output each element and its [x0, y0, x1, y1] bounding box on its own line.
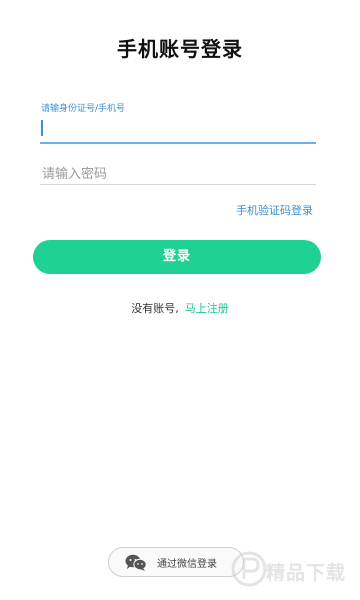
wechat-icon [125, 554, 147, 571]
register-row: 没有账号, 马上注册 [0, 300, 360, 316]
password-input[interactable]: 请输入密码 [40, 160, 316, 185]
account-input[interactable] [40, 116, 316, 144]
register-link[interactable]: 马上注册 [185, 302, 229, 315]
page-title: 手机账号登录 [117, 37, 243, 61]
watermark-text: 精品下载 [266, 562, 347, 584]
wechat-login-button[interactable]: 通过微信登录 [108, 547, 244, 577]
watermark-logo-icon [231, 551, 267, 587]
no-account-text: 没有账号, [131, 302, 179, 315]
wechat-login-label: 通过微信登录 [157, 559, 217, 570]
login-button[interactable]: 登录 [33, 240, 321, 274]
watermark: 精品下载 [230, 545, 358, 595]
text-cursor [41, 120, 43, 136]
account-field-label: 请输身份证号/手机号 [41, 104, 126, 114]
sms-code-login-link[interactable]: 手机验证码登录 [236, 202, 313, 218]
password-placeholder: 请输入密码 [42, 167, 108, 182]
